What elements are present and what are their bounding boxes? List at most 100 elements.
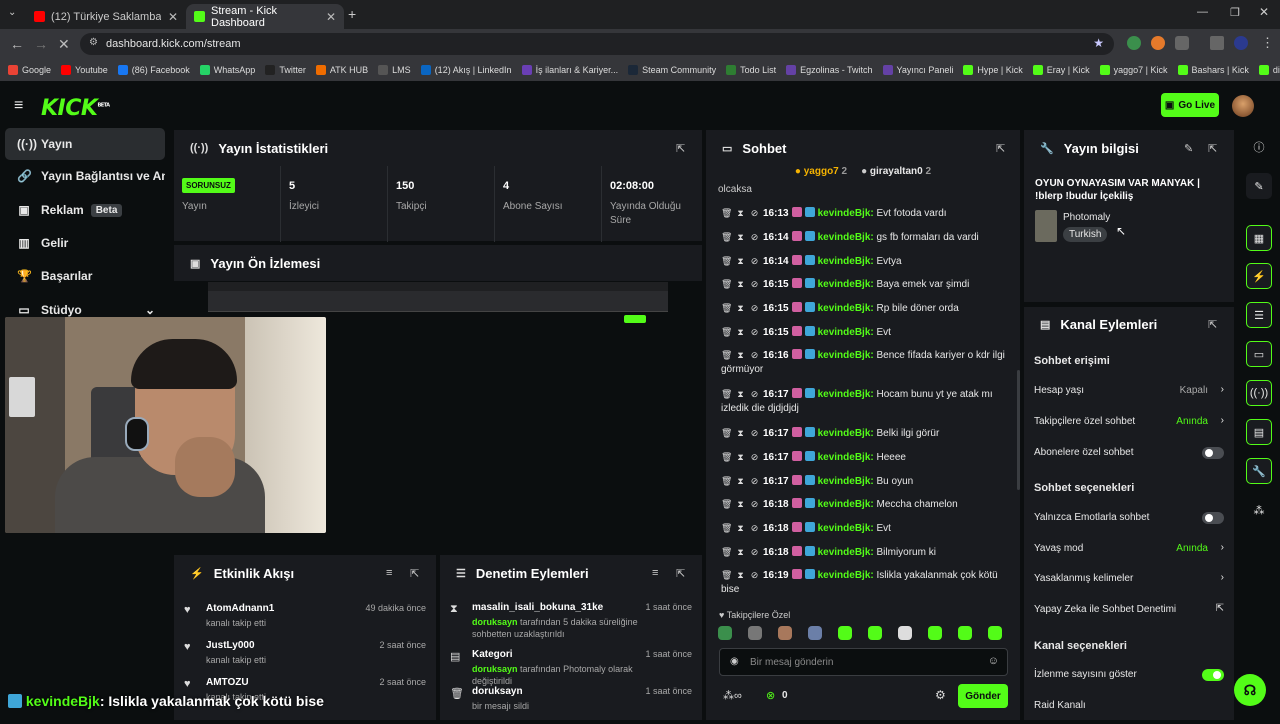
ban-icon[interactable]: ⊘ <box>749 497 760 511</box>
timeout-icon[interactable]: ⧗ <box>735 521 746 535</box>
ban-icon[interactable]: ⊘ <box>749 206 760 220</box>
channel-icon[interactable]: ▤ <box>1246 419 1272 445</box>
bookmark-item[interactable]: yaggo7 | Kick <box>1099 65 1168 75</box>
popout-icon[interactable]: ⇱ <box>1208 318 1217 331</box>
chat-username[interactable]: kevindeBjk <box>818 327 871 338</box>
new-tab-icon[interactable]: + <box>348 6 356 22</box>
ban-icon[interactable]: ⊘ <box>749 254 760 268</box>
popout-icon[interactable]: ⇱ <box>676 567 685 580</box>
chat-message[interactable]: 🗑 ⧗ ⊘ 16:18 kevindeBjk: Bilmiyorum ki <box>706 545 1006 560</box>
chat-username[interactable]: kevindeBjk <box>818 476 871 487</box>
chevron-down-icon[interactable]: ⌄ <box>145 303 155 317</box>
forward-icon[interactable]: → <box>34 36 48 52</box>
bookmark-item[interactable]: Steam Community <box>628 65 716 75</box>
info-icon[interactable]: ⓘ <box>1246 134 1272 160</box>
top-user[interactable]: ● girayaltan0 2 <box>861 166 931 186</box>
close-icon[interactable]: ✕ <box>168 10 178 24</box>
chat-message[interactable]: 🗑 ⧗ ⊘ 16:17 kevindeBjk: Belki ilgi görür <box>706 426 1006 441</box>
chat-username[interactable]: kevindeBjk <box>818 499 871 510</box>
row-banned-words[interactable]: Yasaklanmış kelimeler › <box>1034 572 1224 584</box>
settings-gear-icon[interactable]: ⚙ <box>935 688 946 702</box>
popout-icon[interactable]: ⇱ <box>676 142 685 155</box>
chat-username[interactable]: kevindeBjk <box>818 232 871 243</box>
emote-icon[interactable] <box>868 626 882 640</box>
bookmark-item[interactable]: (86) Facebook <box>117 65 190 75</box>
chat-username[interactable]: kevindeBjk <box>818 452 871 463</box>
lightning-icon[interactable]: ⚡ <box>1246 263 1272 289</box>
popout-icon[interactable]: ⇱ <box>410 567 419 580</box>
go-live-button[interactable]: ▣ Go Live <box>1161 93 1219 117</box>
close-icon[interactable]: ✕ <box>326 10 336 24</box>
delete-message-icon[interactable]: 🗑 <box>721 348 732 362</box>
edit-pencil-icon[interactable]: ✎ <box>1184 142 1193 155</box>
bookmark-item[interactable]: dirim | Kick <box>1258 65 1280 75</box>
back-icon[interactable]: ← <box>10 36 24 52</box>
infinity-icon[interactable]: ⁂∞ <box>723 689 742 702</box>
bookmark-item[interactable]: Eray | Kick <box>1032 65 1090 75</box>
delete-message-icon[interactable]: 🗑 <box>721 497 732 511</box>
url-input[interactable]: ⚙ dashboard.kick.com/stream ★ <box>80 33 1114 55</box>
row-raid-channel[interactable]: Raid Kanalı <box>1034 700 1224 711</box>
timeout-icon[interactable]: ⧗ <box>735 325 746 339</box>
timeout-icon[interactable]: ⧗ <box>735 450 746 464</box>
chat-message[interactable]: 🗑 ⧗ ⊘ 16:17 kevindeBjk: Bu oyun <box>706 474 1006 489</box>
timeout-icon[interactable]: ⧗ <box>735 568 746 582</box>
tab-kick-dashboard[interactable]: Stream - Kick Dashboard ✕ <box>186 4 344 29</box>
bookmark-item[interactable]: İş ilanları & Kariyer... <box>521 65 618 75</box>
ban-icon[interactable]: ⊘ <box>749 545 760 559</box>
ban-icon[interactable]: ⊘ <box>749 387 760 401</box>
ban-icon[interactable]: ⊘ <box>749 474 760 488</box>
chat-message[interactable]: 🗑 ⧗ ⊘ 16:16 kevindeBjk: Bence fifada kariyer… <box>706 348 1006 377</box>
bookmark-item[interactable]: ATK HUB <box>315 65 368 75</box>
timeout-icon[interactable]: ⧗ <box>735 301 746 315</box>
ban-icon[interactable]: ⊘ <box>749 325 760 339</box>
chat-username[interactable]: kevindeBjk <box>818 523 871 534</box>
media-icon[interactable] <box>1210 36 1224 50</box>
chat-username[interactable]: kevindeBjk <box>818 428 871 439</box>
chat-username[interactable]: kevindeBjk <box>818 350 871 361</box>
filter-icon[interactable]: ≡ <box>386 567 392 579</box>
delete-message-icon[interactable]: 🗑 <box>721 301 732 315</box>
hamburger-menu-icon[interactable]: ≡ <box>14 97 23 115</box>
chat-message[interactable]: 🗑 ⧗ ⊘ 16:15 kevindeBjk: Baya emek var şimdi <box>706 277 1006 292</box>
delete-message-icon[interactable]: 🗑 <box>721 450 732 464</box>
emote-icon[interactable] <box>718 626 732 640</box>
ban-icon[interactable]: ⊘ <box>749 277 760 291</box>
bookmark-item[interactable]: Todo List <box>726 65 776 75</box>
window-close-icon[interactable]: ✕ <box>1259 5 1269 19</box>
chat-message[interactable]: 🗑 ⧗ ⊘ 16:19 kevindeBjk: Islikla yakalanmak ç… <box>706 568 1006 597</box>
emote-icon[interactable] <box>988 626 1002 640</box>
timeout-icon[interactable]: ⧗ <box>735 254 746 268</box>
viewcount-toggle[interactable] <box>1202 669 1224 681</box>
delete-message-icon[interactable]: 🗑 <box>721 387 732 401</box>
delete-message-icon[interactable]: 🗑 <box>721 568 732 582</box>
delete-message-icon[interactable]: 🗑 <box>721 230 732 244</box>
chat-input[interactable]: ◉ Bir mesaj gönderin ☺ <box>719 648 1008 676</box>
tab-youtube[interactable]: (12) Türkiye Saklambaçta Yarışı ✕ <box>26 4 186 29</box>
ban-icon[interactable]: ⊘ <box>749 568 760 582</box>
chat-username[interactable]: kevindeBjk <box>818 208 871 219</box>
extension-icon[interactable] <box>1151 36 1165 50</box>
delete-message-icon[interactable]: 🗑 <box>721 325 732 339</box>
category-name[interactable]: Photomaly <box>1063 212 1110 223</box>
chat-username[interactable]: kevindeBjk <box>818 256 871 267</box>
bookmark-item[interactable]: (12) Akış | LinkedIn <box>420 65 512 75</box>
bookmark-item[interactable]: Twitter <box>265 65 306 75</box>
emoji-icon[interactable]: ☺ <box>988 655 999 667</box>
row-ai-moderation[interactable]: Yapay Zeka ile Sohbet Denetimi ⇱ <box>1034 603 1224 615</box>
ban-icon[interactable]: ⊘ <box>749 301 760 315</box>
timeout-icon[interactable]: ⧗ <box>735 230 746 244</box>
chat-scrollbar[interactable] <box>1017 370 1020 490</box>
ban-icon[interactable]: ⊘ <box>749 450 760 464</box>
profile-icon[interactable] <box>1234 36 1248 50</box>
delete-message-icon[interactable]: 🗑 <box>721 254 732 268</box>
sidebar-item-4[interactable]: 🏆 Başarılar <box>5 260 165 292</box>
chat-icon[interactable]: ▭ <box>1246 341 1272 367</box>
edit-pencil-icon[interactable]: ✎ <box>1246 173 1272 199</box>
broadcast-icon[interactable]: ((·)) <box>1246 380 1272 406</box>
chat-message[interactable]: 🗑 ⧗ ⊘ 16:18 kevindeBjk: Meccha chamelon <box>706 497 1006 512</box>
chat-message[interactable]: 🗑 ⧗ ⊘ 16:17 kevindeBjk: Hocam bunu yt ye ata… <box>706 387 1006 416</box>
chat-username[interactable]: kevindeBjk <box>818 547 871 558</box>
timeout-icon[interactable]: ⧗ <box>735 277 746 291</box>
timeout-icon[interactable]: ⧗ <box>735 426 746 440</box>
